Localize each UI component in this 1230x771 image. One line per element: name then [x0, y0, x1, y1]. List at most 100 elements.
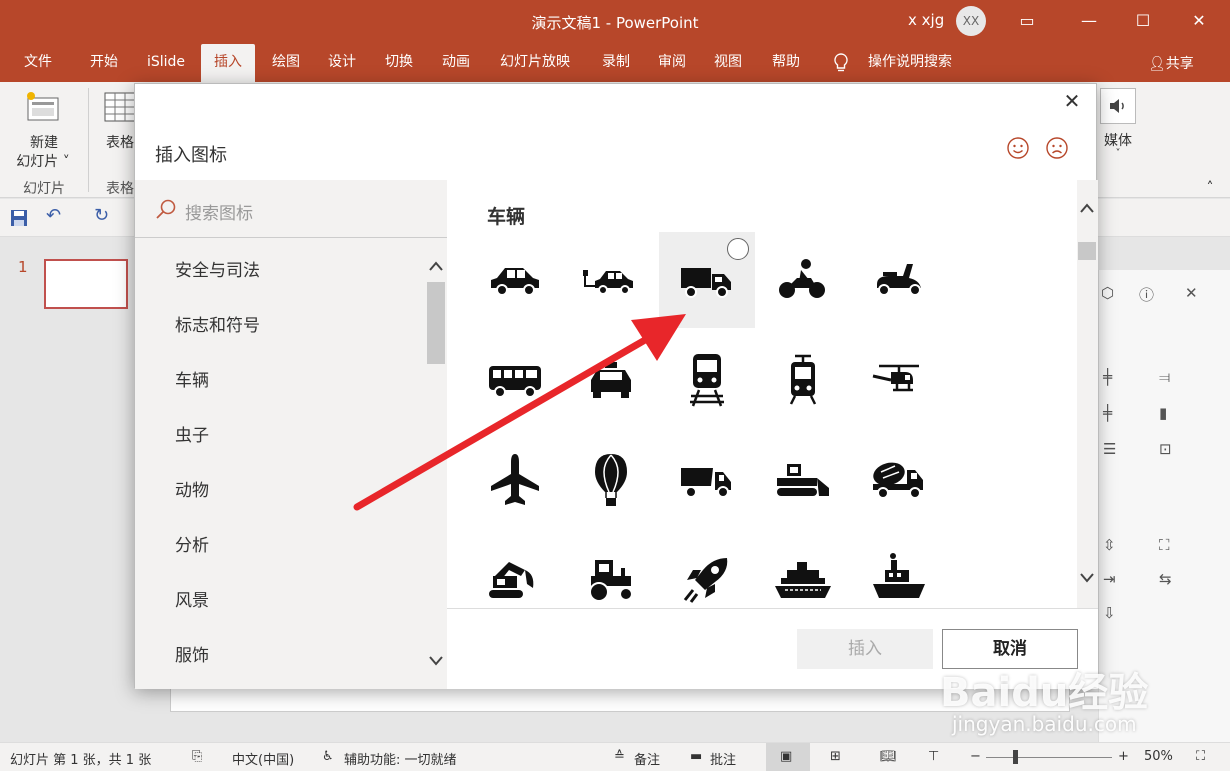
zoom-out-icon[interactable]: − [970, 749, 981, 764]
fit-icon[interactable]: ⛶ [1159, 536, 1170, 554]
boat-icon[interactable] [851, 532, 947, 608]
shape-options-icon[interactable]: ⬡ [1101, 284, 1114, 302]
user-name[interactable]: x xjg [908, 11, 944, 29]
frown-feedback-icon[interactable] [1045, 136, 1069, 160]
minimize-button[interactable]: — [1074, 8, 1104, 34]
share-button[interactable]: 👤︎共享 [1148, 53, 1194, 73]
search-input[interactable]: 搜索图标 [135, 180, 447, 238]
reading-view-icon[interactable]: 📖︎ [880, 749, 897, 764]
tab-view[interactable]: 视图 [702, 44, 754, 82]
category-scrollbar[interactable] [427, 282, 445, 364]
tab-record[interactable]: 录制 [590, 44, 642, 82]
smile-feedback-icon[interactable] [1006, 136, 1030, 160]
motorcycle-icon[interactable] [755, 232, 851, 328]
tab-review[interactable]: 审阅 [646, 44, 698, 82]
scooter-icon[interactable] [851, 232, 947, 328]
align-center-icon[interactable]: ╪ [1103, 368, 1112, 386]
category-item[interactable]: 虫子 [175, 421, 209, 446]
category-item[interactable]: 标志和符号 [175, 311, 260, 336]
truck-icon[interactable] [659, 232, 755, 328]
new-slide-label[interactable]: 新建 [16, 132, 72, 152]
group-icon[interactable]: ⊡ [1159, 440, 1172, 458]
tab-slideshow[interactable]: 幻灯片放映 [490, 44, 580, 82]
save-icon[interactable] [10, 209, 28, 227]
zoom-in-icon[interactable]: + [1118, 749, 1129, 764]
category-item[interactable]: 分析 [175, 531, 209, 556]
hot-air-balloon-icon[interactable] [563, 432, 659, 528]
notes-view-icon[interactable]: ⎘ [192, 749, 202, 764]
zoom-level[interactable]: 50% [1144, 749, 1173, 764]
category-item[interactable]: 安全与司法 [175, 256, 260, 281]
align-bottom-icon[interactable]: ▮ [1159, 404, 1167, 422]
sorter-view-icon[interactable]: ⊞ [830, 749, 841, 764]
tab-insert[interactable]: 插入 [201, 44, 255, 82]
cruise-ship-icon[interactable] [755, 532, 851, 608]
media-label[interactable]: 媒体 [1096, 130, 1140, 150]
collapse-ribbon-icon[interactable]: ˄ [1200, 180, 1220, 196]
help-icon[interactable]: ⓘ [1139, 284, 1154, 305]
zoom-thumb[interactable] [1013, 750, 1018, 764]
category-item[interactable]: 服饰 [175, 641, 209, 666]
chevron-down-icon[interactable]: ˅ [1108, 148, 1128, 159]
airplane-icon[interactable] [467, 432, 563, 528]
table-icon[interactable] [104, 92, 136, 124]
slide-thumbnail[interactable] [44, 259, 128, 309]
scroll-down-icon[interactable] [428, 655, 444, 667]
new-slide-icon[interactable] [24, 88, 62, 126]
media-button[interactable] [1100, 88, 1136, 124]
width-icon[interactable]: ⇥ [1103, 570, 1116, 588]
tell-me-search[interactable]: 操作说明搜索 [858, 44, 962, 82]
distribute-icon[interactable]: ☰ [1103, 440, 1116, 458]
scroll-up-icon[interactable] [1079, 202, 1095, 214]
tab-design[interactable]: 设计 [316, 44, 368, 82]
align-middle-icon[interactable]: ╪ [1103, 404, 1112, 422]
electric-car-icon[interactable] [563, 232, 659, 328]
tab-home[interactable]: 开始 [78, 44, 130, 82]
slideshow-icon[interactable]: ⊤ [928, 749, 939, 764]
fit-slide-icon[interactable]: ⛶ [1196, 749, 1205, 764]
train-icon[interactable] [659, 332, 755, 428]
avatar[interactable]: XX [956, 6, 986, 36]
tab-islide[interactable]: iSlide [140, 44, 192, 82]
tab-animations[interactable]: 动画 [430, 44, 482, 82]
tab-draw[interactable]: 绘图 [260, 44, 312, 82]
tab-file[interactable]: 文件 [12, 44, 64, 82]
maximize-button[interactable]: ☐ [1128, 8, 1158, 34]
new-slide-label2[interactable]: 幻灯片 ˅ [10, 151, 76, 171]
scroll-thumb[interactable] [1078, 242, 1096, 260]
comments-button[interactable]: 批注 [710, 749, 736, 768]
spacing-icon[interactable]: ⇩ [1103, 604, 1116, 622]
tab-help[interactable]: 帮助 [760, 44, 812, 82]
undo-icon[interactable]: ↶ [46, 205, 61, 226]
align-right-icon[interactable]: ⫤ [1159, 368, 1170, 386]
dump-truck-icon[interactable] [659, 432, 755, 528]
insert-button[interactable]: 插入 [797, 629, 933, 669]
category-item[interactable]: 动物 [175, 476, 209, 501]
ribbon-display-icon[interactable]: ▭ [1012, 8, 1042, 34]
rocket-icon[interactable] [659, 532, 755, 608]
scroll-up-icon[interactable] [428, 260, 444, 272]
category-item[interactable]: 车辆 [175, 366, 209, 391]
notes-button[interactable]: 备注 [634, 749, 660, 768]
select-checkbox[interactable] [727, 238, 749, 260]
close-dialog-button[interactable]: ✕ [1060, 90, 1084, 114]
close-pane-icon[interactable]: ✕ [1185, 284, 1198, 302]
zoom-slider[interactable] [986, 757, 1112, 758]
bus-icon[interactable] [467, 332, 563, 428]
tractor-icon[interactable] [563, 532, 659, 608]
height-icon[interactable]: ⇳ [1103, 536, 1116, 554]
excavator-icon[interactable] [467, 532, 563, 608]
cement-mixer-icon[interactable] [851, 432, 947, 528]
redo-icon[interactable]: ↻ [94, 205, 109, 226]
car-icon[interactable] [467, 232, 563, 328]
taxi-icon[interactable] [563, 332, 659, 428]
swap-icon[interactable]: ⇆ [1159, 570, 1172, 588]
scroll-down-icon[interactable] [1079, 572, 1095, 584]
accessibility-status[interactable]: 辅助功能: 一切就绪 [344, 749, 457, 768]
close-window-button[interactable]: ✕ [1184, 8, 1214, 34]
bulldozer-icon[interactable] [755, 432, 851, 528]
helicopter-icon[interactable] [851, 332, 947, 428]
icon-grid-scrollbar[interactable] [1077, 180, 1098, 608]
tram-icon[interactable] [755, 332, 851, 428]
category-item[interactable]: 风景 [175, 586, 209, 611]
